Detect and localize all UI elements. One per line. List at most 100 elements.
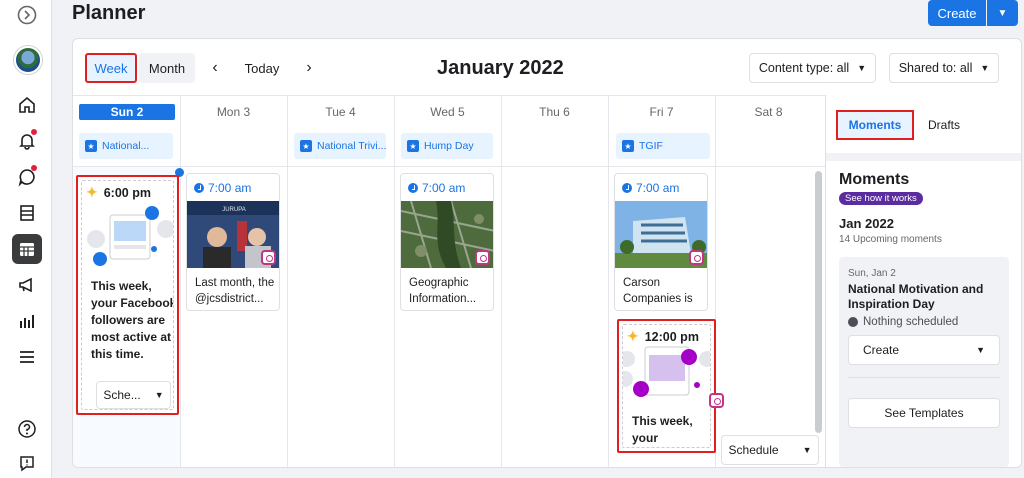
tab-drafts[interactable]: Drafts — [922, 110, 966, 140]
post-time: 7:00 am — [408, 181, 465, 195]
moment-card: Sun, Jan 2 National Motivation and Inspi… — [839, 257, 1009, 467]
day-header-sat[interactable]: Sat 8 — [715, 104, 822, 120]
post-card-wed[interactable]: 7:00 am Geographic Information... — [400, 173, 494, 311]
grid-divider — [501, 95, 502, 467]
moment-create-button[interactable]: Create ▼ — [848, 335, 1000, 365]
best-time-label: ✦ 6:00 pm — [86, 184, 151, 201]
caret-down-icon: ▼ — [980, 63, 990, 73]
post-card-mon[interactable]: 7:00 am JURUPA Last month, the @jcsdistr… — [186, 173, 280, 311]
caret-down-icon: ▼ — [154, 390, 164, 400]
moment-chip-label: TGIF — [639, 140, 663, 152]
post-caption: Last month, the @jcsdistrict... — [195, 277, 275, 305]
planner-calendar-icon[interactable] — [12, 234, 42, 264]
month-view-button[interactable]: Month — [139, 53, 195, 83]
week-view-button[interactable]: Week — [85, 53, 137, 83]
day-header-mon[interactable]: Mon 3 — [180, 104, 287, 120]
moment-status: Nothing scheduled — [848, 316, 958, 328]
moments-panel: Moments Drafts Moments See how it works … — [825, 95, 1021, 467]
post-card-fri[interactable]: 7:00 am Carson Companies is ... — [614, 173, 708, 311]
moment-create-label: Create — [863, 343, 900, 357]
create-dropdown-button[interactable]: ▼ — [987, 0, 1018, 26]
grid-divider — [180, 95, 181, 467]
moment-chip-fri[interactable]: ★ TGIF — [616, 133, 710, 159]
sparkle-icon: ✦ — [86, 184, 98, 200]
caret-down-icon: ▼ — [857, 63, 867, 73]
page-title: Planner — [72, 2, 146, 24]
content-icon[interactable] — [12, 198, 42, 228]
day-header-tue[interactable]: Tue 4 — [287, 104, 394, 120]
post-time-value: 7:00 am — [422, 181, 466, 195]
best-time-text: This week, your Facebook followers are m… — [91, 279, 174, 361]
calendar-scrollbar[interactable] — [815, 171, 822, 433]
caret-down-icon: ▼ — [802, 445, 812, 455]
best-time-value: 6:00 pm — [103, 185, 151, 200]
messages-icon[interactable] — [12, 162, 42, 192]
moments-month: Jan 2022 — [839, 216, 894, 231]
moment-chip-sun[interactable]: ★ National... — [79, 133, 173, 159]
moment-chip-label: National Trivi... — [317, 140, 386, 152]
moment-chip-tue[interactable]: ★ National Trivi... — [294, 133, 386, 159]
home-icon[interactable] — [12, 90, 42, 120]
moment-status-text: Nothing scheduled — [863, 316, 959, 328]
moments-list: Moments See how it works Jan 2022 14 Upc… — [826, 161, 1021, 467]
moment-chip-label: Hump Day — [424, 140, 474, 152]
moment-divider — [848, 377, 1000, 378]
day-header-thu[interactable]: Thu 6 — [501, 104, 608, 120]
menu-icon[interactable] — [12, 342, 42, 372]
page-avatar[interactable] — [14, 46, 42, 74]
day-header-fri[interactable]: Fri 7 — [608, 104, 715, 120]
caret-down-icon: ▼ — [976, 345, 985, 355]
planner-card: Week Month ‹ Today › January 2022 Conten… — [72, 38, 1022, 468]
schedule-label: Schedule — [728, 443, 779, 457]
create-button[interactable]: Create — [928, 0, 986, 26]
day-header-wed[interactable]: Wed 5 — [394, 104, 501, 120]
caret-down-icon: ▼ — [997, 7, 1008, 19]
star-icon: ★ — [407, 140, 419, 152]
tab-moments[interactable]: Moments — [836, 110, 914, 140]
post-time: 7:00 am — [622, 181, 679, 195]
post-image-text: JURUPA — [222, 207, 246, 213]
today-button[interactable]: Today — [237, 53, 287, 83]
clock-icon — [622, 183, 632, 193]
schedule-button-sat[interactable]: Schedule ▼ — [721, 435, 819, 465]
insights-chart-icon[interactable] — [12, 306, 42, 336]
grid-divider — [73, 95, 825, 96]
moment-title: National Motivation and Inspiration Day — [848, 282, 984, 311]
notifications-bell-icon[interactable] — [12, 126, 42, 156]
best-time-card-facebook[interactable]: ✦ 6:00 pm This week, your Facebook follow… — [76, 175, 179, 415]
moments-heading: Moments — [839, 171, 910, 188]
next-week-button[interactable]: › — [297, 53, 321, 83]
best-time-schedule-label: Sche... — [103, 388, 141, 402]
see-how-it-works-link[interactable]: See how it works — [839, 192, 923, 205]
message-dot — [31, 165, 37, 171]
shared-to-label: Shared to: all — [898, 61, 973, 75]
instagram-illustration — [623, 346, 710, 397]
meta-logo-icon[interactable] — [12, 0, 42, 30]
clock-icon — [408, 183, 418, 193]
moment-chip-wed[interactable]: ★ Hump Day — [401, 133, 493, 159]
best-time-card-instagram[interactable]: ✦12:00 pm This week, your Instagram foll… — [617, 319, 716, 453]
see-templates-button[interactable]: See Templates — [848, 398, 1000, 428]
content-type-filter[interactable]: Content type: all ▼ — [749, 53, 876, 83]
instagram-icon — [475, 250, 490, 265]
report-icon[interactable] — [12, 448, 42, 478]
post-caption: Carson Companies is ... — [623, 277, 693, 310]
grid-divider — [608, 95, 609, 467]
panel-divider — [826, 153, 1021, 161]
ads-megaphone-icon[interactable] — [12, 270, 42, 300]
content-type-label: Content type: all — [758, 61, 850, 75]
star-icon: ★ — [300, 140, 312, 152]
calendar-month-title: January 2022 — [437, 57, 564, 79]
shared-to-filter[interactable]: Shared to: all ▼ — [889, 53, 999, 83]
instagram-icon — [709, 393, 724, 408]
grid-divider — [287, 95, 288, 467]
moment-chip-label: National... — [102, 140, 150, 152]
help-icon[interactable] — [12, 414, 42, 444]
moment-date: Sun, Jan 2 — [848, 268, 896, 279]
best-time-schedule-button[interactable]: Sche... ▼ — [96, 381, 171, 409]
day-header-sun[interactable]: Sun 2 — [79, 104, 175, 120]
previous-week-button[interactable]: ‹ — [203, 53, 227, 83]
grid-divider — [73, 166, 825, 167]
notification-dot — [31, 129, 37, 135]
post-time-value: 7:00 am — [636, 181, 680, 195]
